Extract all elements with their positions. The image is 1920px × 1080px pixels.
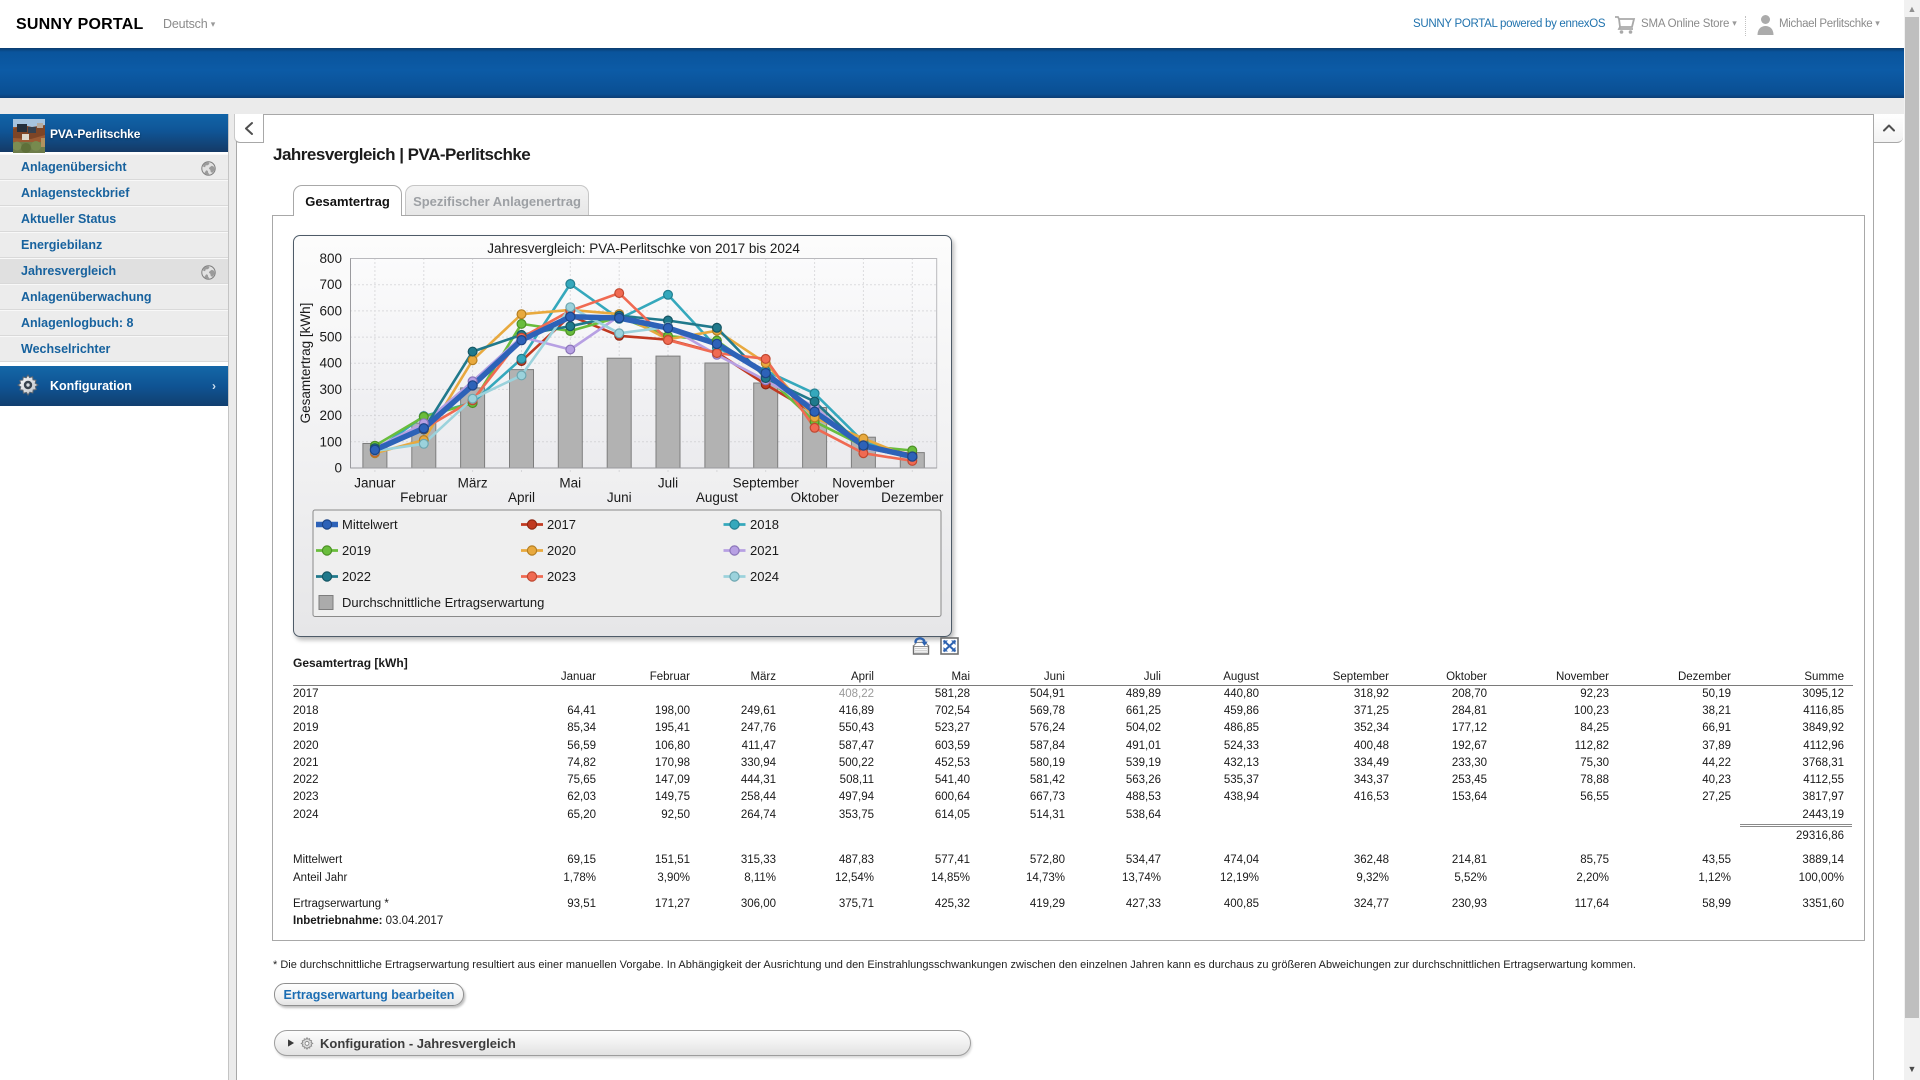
svg-text:2023: 2023 <box>547 569 576 584</box>
svg-text:Januar: Januar <box>354 476 396 491</box>
svg-text:2020: 2020 <box>547 543 576 558</box>
svg-text:2018: 2018 <box>750 517 779 532</box>
svg-text:600: 600 <box>319 303 342 318</box>
svg-text:September: September <box>733 476 800 491</box>
svg-text:300: 300 <box>319 382 342 397</box>
svg-text:Mittelwert: Mittelwert <box>342 517 398 532</box>
svg-text:Juli: Juli <box>658 476 678 491</box>
svg-text:Gesamtertrag [kWh]: Gesamtertrag [kWh] <box>298 303 313 424</box>
svg-text:April: April <box>508 490 535 505</box>
svg-text:Durchschnittliche Ertragserwar: Durchschnittliche Ertragserwartung <box>342 595 544 610</box>
svg-text:Februar: Februar <box>400 490 448 505</box>
svg-text:800: 800 <box>319 251 342 266</box>
svg-text:500: 500 <box>319 330 342 345</box>
svg-text:2017: 2017 <box>547 517 576 532</box>
svg-text:Mai: Mai <box>559 476 581 491</box>
svg-text:2019: 2019 <box>342 543 371 558</box>
svg-text:0: 0 <box>334 461 342 476</box>
svg-text:August: August <box>696 490 738 505</box>
svg-text:Juni: Juni <box>607 490 632 505</box>
svg-text:Oktober: Oktober <box>791 490 840 505</box>
svg-text:Jahresvergleich: PVA-Perlitsch: Jahresvergleich: PVA-Perlitschke von 201… <box>487 241 800 256</box>
svg-text:400: 400 <box>319 356 342 371</box>
svg-text:200: 200 <box>319 408 342 423</box>
svg-text:November: November <box>832 476 895 491</box>
svg-text:700: 700 <box>319 277 342 292</box>
svg-text:100: 100 <box>319 434 342 449</box>
svg-text:2021: 2021 <box>750 543 779 558</box>
svg-text:2022: 2022 <box>342 569 371 584</box>
svg-text:2024: 2024 <box>750 569 779 584</box>
svg-text:Dezember: Dezember <box>881 490 944 505</box>
svg-text:März: März <box>458 476 488 491</box>
